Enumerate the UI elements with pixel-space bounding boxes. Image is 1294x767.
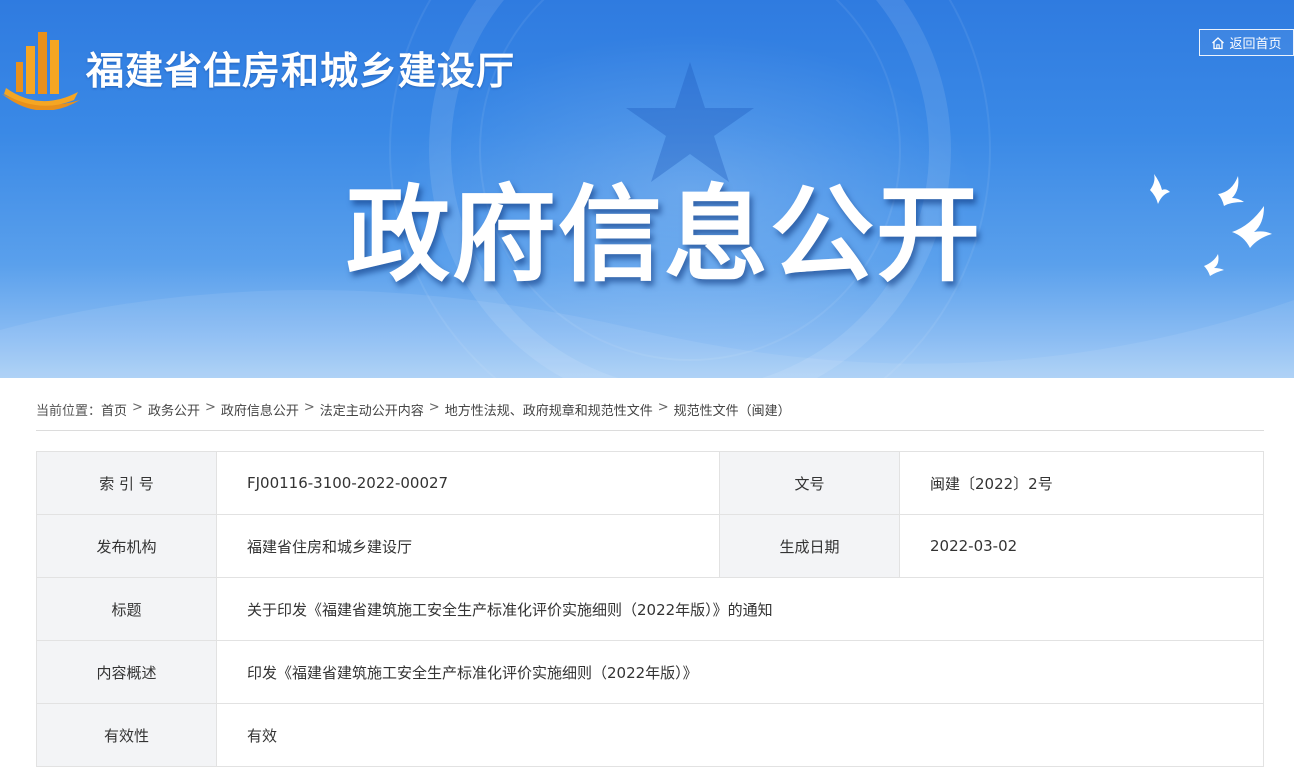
header-banner: 福建省住房和城乡建设厅 返回首页 政府信息公开 xyxy=(0,0,1294,378)
breadcrumb-regulations[interactable]: 地方性法规、政府规章和规范性文件 xyxy=(445,400,653,419)
department-logo xyxy=(2,32,80,110)
date-value: 2022-03-02 xyxy=(899,514,1264,578)
home-icon xyxy=(1212,36,1225,49)
breadcrumb-separator: > xyxy=(132,400,143,415)
index-number-value: FJ00116-3100-2022-00027 xyxy=(216,451,720,515)
table-row: 发布机构 福建省住房和城乡建设厅 生成日期 2022-03-02 xyxy=(36,514,1264,578)
breadcrumb-prefix: 当前位置： xyxy=(36,404,102,419)
table-row: 索 引 号 FJ00116-3100-2022-00027 文号 闽建〔2022… xyxy=(36,451,1264,515)
summary-value: 印发《福建省建筑施工安全生产标准化评价实施细则（2022年版）》 xyxy=(216,640,1264,704)
document-number-label: 文号 xyxy=(719,451,900,515)
validity-value: 有效 xyxy=(216,703,1264,767)
return-home-button[interactable]: 返回首页 xyxy=(1199,29,1294,56)
breadcrumb-statutory[interactable]: 法定主动公开内容 xyxy=(320,400,424,419)
table-row: 内容概述 印发《福建省建筑施工安全生产标准化评价实施细则（2022年版）》 xyxy=(36,640,1264,704)
document-number-value: 闽建〔2022〕2号 xyxy=(899,451,1264,515)
return-home-label: 返回首页 xyxy=(1229,37,1282,52)
issuer-value: 福建省住房和城乡建设厅 xyxy=(216,514,720,578)
breadcrumb-normative-docs[interactable]: 规范性文件（闽建） xyxy=(674,400,791,419)
document-info-table: 索 引 号 FJ00116-3100-2022-00027 文号 闽建〔2022… xyxy=(36,451,1264,767)
breadcrumb: 当前位置： 首页 > 政务公开 > 政府信息公开 > 法定主动公开内容 > 地方… xyxy=(36,400,1264,431)
validity-label: 有效性 xyxy=(36,703,217,767)
date-label: 生成日期 xyxy=(719,514,900,578)
summary-label: 内容概述 xyxy=(36,640,217,704)
breadcrumb-home[interactable]: 首页 xyxy=(101,400,127,419)
breadcrumb-separator: > xyxy=(303,400,315,415)
index-number-label: 索 引 号 xyxy=(36,451,217,515)
breadcrumb-gov-affairs[interactable]: 政务公开 xyxy=(148,400,200,419)
doves-decoration xyxy=(1150,174,1272,276)
banner-title: 政府信息公开 xyxy=(346,174,983,296)
breadcrumb-separator: > xyxy=(657,400,669,415)
site-name: 福建省住房和城乡建设厅 xyxy=(86,49,516,93)
table-row: 标题 关于印发《福建省建筑施工安全生产标准化评价实施细则（2022年版）》的通知 xyxy=(36,577,1264,641)
issuer-label: 发布机构 xyxy=(36,514,217,578)
breadcrumb-separator: > xyxy=(428,400,440,415)
title-value: 关于印发《福建省建筑施工安全生产标准化评价实施细则（2022年版）》的通知 xyxy=(216,577,1264,641)
table-row: 有效性 有效 xyxy=(36,703,1264,767)
breadcrumb-separator: > xyxy=(204,400,216,415)
title-label: 标题 xyxy=(36,577,217,641)
breadcrumb-gov-info[interactable]: 政府信息公开 xyxy=(221,400,299,419)
